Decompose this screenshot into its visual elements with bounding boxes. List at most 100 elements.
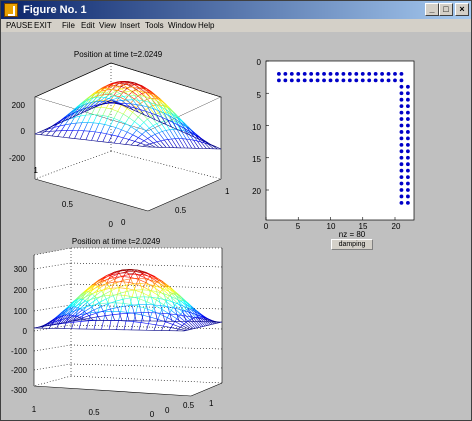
spy-nonzero-dot xyxy=(406,168,410,173)
bottom-x-tick: 1 xyxy=(32,405,37,414)
top-z-tick: 200 xyxy=(12,101,26,110)
spy-nonzero-dot xyxy=(406,123,410,128)
menu-exit[interactable]: EXIT xyxy=(34,19,52,32)
spy-nonzero-dot xyxy=(406,117,410,121)
spy-nonzero-dot xyxy=(399,155,404,160)
spy-x-tick: 20 xyxy=(392,222,401,231)
damping-button[interactable]: damping xyxy=(331,239,373,250)
top-x-tick: 0 xyxy=(109,220,114,229)
top-x-tick: 1 xyxy=(34,166,39,175)
spy-nonzero-dot xyxy=(399,97,404,102)
spy-nonzero-dot xyxy=(386,72,391,76)
bottom-y-tick: 0 xyxy=(165,406,170,415)
spy-nonzero-dot xyxy=(399,175,404,180)
bottom-z-tick: 100 xyxy=(14,307,28,316)
menu-help[interactable]: Help xyxy=(198,19,214,32)
figure-window: Figure No. 1 _ □ × PAUSE EXIT File Edit … xyxy=(0,0,472,421)
spy-nonzero-dot xyxy=(322,78,326,83)
bottom-z-tick: 0 xyxy=(23,327,28,336)
bottom-z-tick: -200 xyxy=(11,366,28,375)
spy-nonzero-dot xyxy=(289,78,294,83)
spy-nonzero-dot xyxy=(399,72,404,76)
spy-nonzero-dot xyxy=(283,78,288,83)
spy-nonzero-dot xyxy=(341,78,346,83)
spy-nonzero-dot xyxy=(406,181,410,186)
spy-nonzero-dot xyxy=(406,162,410,167)
spy-nonzero-dot xyxy=(367,78,372,83)
bottom-x-tick: 0.5 xyxy=(88,408,100,417)
menu-edit[interactable]: Edit xyxy=(81,19,95,32)
maximize-button[interactable]: □ xyxy=(439,3,453,16)
spy-nonzero-dot xyxy=(386,78,391,83)
figure-canvas: Position at time t=2.0249 200 0 -200 1 0… xyxy=(1,33,471,420)
spy-nonzero-dot xyxy=(406,155,410,160)
spy-nonzero-dot xyxy=(302,78,307,83)
spy-nonzero-dot xyxy=(302,72,307,76)
top-y-tick: 1 xyxy=(225,187,230,196)
bottom-y-tick: 0.5 xyxy=(183,401,195,410)
spy-nonzero-dot xyxy=(399,201,404,205)
title-bar[interactable]: Figure No. 1 _ □ × xyxy=(1,1,471,19)
close-button[interactable]: × xyxy=(455,3,469,16)
spy-nonzero-dot xyxy=(309,78,314,83)
spy-nonzero-dot xyxy=(406,188,410,192)
menu-bar: PAUSE EXIT File Edit View Insert Tools W… xyxy=(1,19,471,32)
spy-nonzero-dot xyxy=(399,84,404,89)
spy-nonzero-dot xyxy=(399,162,404,167)
menu-file[interactable]: File xyxy=(62,19,75,32)
spy-nonzero-dot xyxy=(406,91,410,96)
top-y-tick: 0.5 xyxy=(175,206,187,215)
spy-nonzero-dot xyxy=(399,136,404,141)
bottom-z-tick: 300 xyxy=(14,265,28,274)
spy-nonzero-dot xyxy=(399,78,404,83)
menu-window[interactable]: Window xyxy=(168,19,196,32)
spy-nonzero-dot xyxy=(380,72,384,76)
spy-nonzero-dot xyxy=(335,78,339,83)
menu-tools[interactable]: Tools xyxy=(145,19,164,32)
spy-nonzero-dot xyxy=(406,130,410,134)
spy-nonzero-dot xyxy=(399,110,404,115)
bottom-z-tick: 200 xyxy=(14,286,28,295)
spy-x-tick: 0 xyxy=(264,222,269,231)
spy-nonzero-dot xyxy=(399,123,404,128)
spy-nonzero-dot xyxy=(406,84,410,89)
spy-nonzero-dot xyxy=(399,104,404,109)
spy-nonzero-dot xyxy=(393,78,397,83)
top-z-tick: 0 xyxy=(21,127,26,136)
spy-nonzero-dot xyxy=(322,72,326,76)
minimize-button[interactable]: _ xyxy=(425,3,439,16)
spy-nonzero-dot xyxy=(283,72,288,76)
bottom-plot-title: Position at time t=2.0249 xyxy=(72,237,161,246)
spy-nonzero-dot xyxy=(399,188,404,192)
spy-nonzero-dot xyxy=(296,78,301,83)
spy-y-tick: 0 xyxy=(257,58,262,67)
spy-nonzero-dot xyxy=(399,91,404,96)
top-plot-title: Position at time t=2.0249 xyxy=(74,50,163,59)
spy-nonzero-dot xyxy=(289,72,294,76)
spy-nonzero-dot xyxy=(399,181,404,186)
spy-nonzero-dot xyxy=(277,72,281,76)
spy-y-tick: 10 xyxy=(252,123,261,132)
menu-pause[interactable]: PAUSE xyxy=(6,19,33,32)
window-title: Figure No. 1 xyxy=(23,4,87,16)
spy-nonzero-dot xyxy=(354,78,359,83)
bottom-z-tick: -300 xyxy=(11,386,28,395)
spy-nonzero-dot xyxy=(406,110,410,115)
spy-nonzero-dot xyxy=(380,78,384,83)
menu-view[interactable]: View xyxy=(99,19,116,32)
bottom-x-tick: 0 xyxy=(150,410,155,419)
spy-nonzero-dot xyxy=(406,194,410,199)
spy-nonzero-dot xyxy=(399,168,404,173)
spy-nonzero-dot xyxy=(406,149,410,154)
spy-x-tick: 5 xyxy=(296,222,301,231)
spy-nonzero-dot xyxy=(360,78,365,83)
menu-insert[interactable]: Insert xyxy=(120,19,140,32)
spy-axes xyxy=(265,60,415,221)
spy-nonzero-dot xyxy=(296,72,301,76)
spy-nonzero-dot xyxy=(347,72,352,76)
spy-nonzero-dot xyxy=(315,78,320,83)
spy-nonzero-dot xyxy=(406,175,410,180)
spy-y-tick: 20 xyxy=(252,187,261,196)
spy-nonzero-dot xyxy=(399,149,404,154)
spy-nonzero-dot xyxy=(393,72,397,76)
